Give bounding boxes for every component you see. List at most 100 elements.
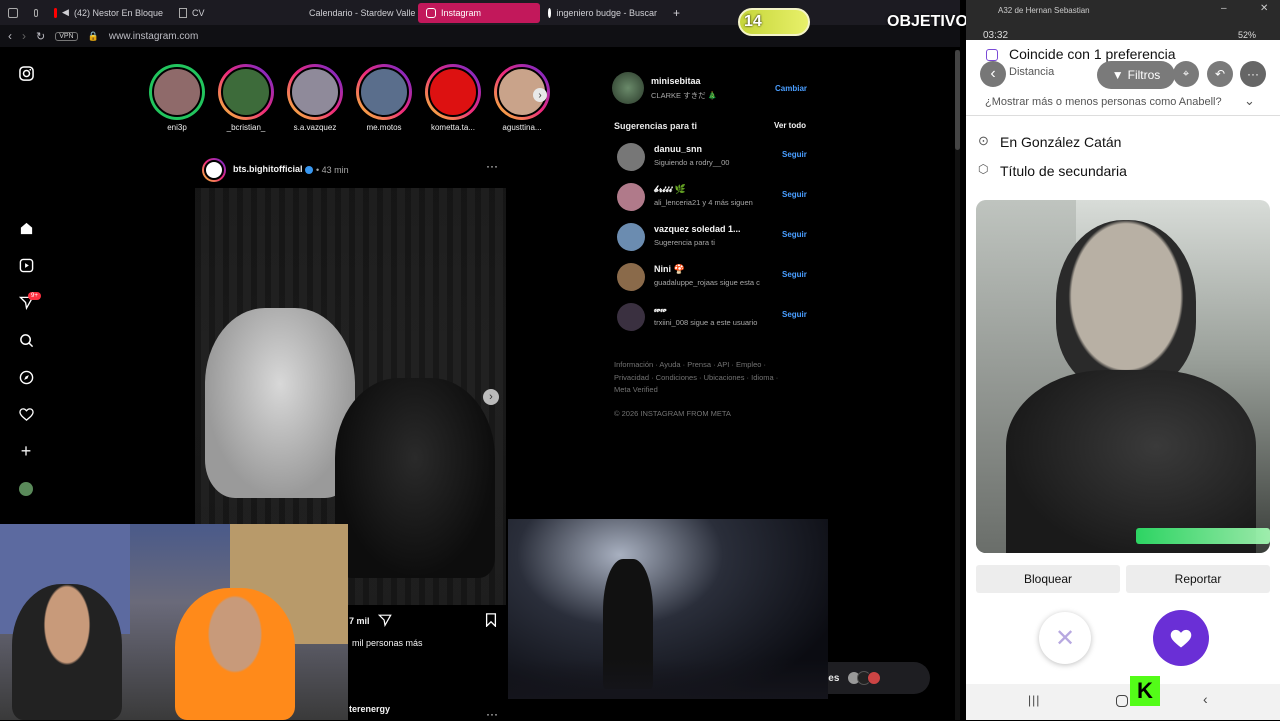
more-less-prompt[interactable]: ¿Mostrar más o menos personas como Anabe… [966, 90, 1280, 116]
url-text[interactable]: www.instagram.com [109, 31, 198, 42]
follow-button[interactable]: Seguir [782, 310, 807, 319]
account-subtitle: CLARKE すきだ 🎄 [651, 91, 718, 100]
story-item[interactable]: _bcristian_ [216, 64, 276, 132]
recents-icon[interactable]: ||| [1028, 693, 1040, 707]
post-author-name[interactable]: bts.bighitofficial [233, 164, 303, 174]
suggestion-name[interactable]: 𝓌𝓌 [654, 304, 666, 315]
window-icon [34, 8, 38, 17]
location-pin-button[interactable]: ⌖ [1173, 61, 1199, 87]
back-nav-icon[interactable]: ‹ [1203, 691, 1208, 707]
story-username: _bcristian_ [226, 123, 266, 132]
post-author[interactable]: bts.bighitofficial [233, 164, 314, 174]
post-next-button[interactable]: › [483, 389, 499, 405]
android-nav-bar: ||| ‹ [966, 684, 1280, 720]
story-item[interactable]: me.motos [354, 64, 414, 132]
suggestion-avatar[interactable] [617, 303, 645, 331]
suggestion-name[interactable]: vazquez soledad 1... [654, 224, 741, 234]
follow-button[interactable]: Seguir [782, 150, 807, 159]
suggestion-name[interactable]: 𝓫𝓻𝓲𝓲𝓲 🌿 [654, 184, 686, 195]
story-avatar [221, 67, 271, 117]
location-row: ⊙ En González Catán [966, 131, 1280, 153]
close-icon[interactable]: ✕ [1260, 3, 1268, 14]
story-item[interactable]: s.a.vazquez [285, 64, 345, 132]
profile-photo[interactable] [976, 200, 1270, 553]
prompt-text: ¿Mostrar más o menos personas como Anabe… [985, 96, 1222, 108]
filters-button[interactable]: ▼ Filtros [1097, 61, 1175, 89]
kick-logo-icon: K [1130, 676, 1160, 706]
follow-button[interactable]: Seguir [782, 230, 807, 239]
instagram-logo-icon[interactable] [18, 65, 34, 81]
status-title: A32 de Hernan Sebastian [998, 6, 1090, 15]
sidebar-toggle[interactable] [0, 3, 26, 23]
report-button[interactable]: Reportar [1126, 565, 1270, 593]
heart-icon[interactable] [18, 406, 34, 422]
tab-google[interactable]: ingeniero budge - Buscar [540, 3, 665, 23]
forward-icon[interactable]: › [22, 29, 26, 43]
suggestion-avatar[interactable] [617, 183, 645, 211]
save-icon[interactable] [485, 613, 497, 632]
google-icon [548, 7, 552, 18]
tab-stardew[interactable]: Calendario - Stardew Valle [296, 3, 418, 23]
more-options-button[interactable]: ··· [1240, 61, 1266, 87]
story-item[interactable]: kometta.ta... [423, 64, 483, 132]
create-icon[interactable]: + [18, 441, 34, 461]
x-icon: ✕ [1054, 624, 1076, 652]
story-item[interactable]: eni3p [147, 64, 207, 132]
profile-avatar[interactable] [18, 481, 34, 497]
suggestion-row: 𝓫𝓻𝓲𝓲𝓲 🌿 ali_lenceria21 y 4 más siguen Se… [617, 181, 817, 215]
share-icon[interactable] [377, 613, 392, 632]
match-text: Coincide con 1 preferencia [1009, 46, 1176, 62]
story-username: s.a.vazquez [293, 123, 337, 132]
account-avatar[interactable] [612, 72, 644, 104]
suggestion-name[interactable]: Nini 🍄 [654, 264, 685, 275]
suggestion-name[interactable]: danuu_snn [654, 144, 702, 154]
next-post-more-icon[interactable]: ··· [486, 707, 498, 721]
new-tab-button[interactable]: + [665, 3, 685, 23]
page-scrollbar[interactable] [955, 50, 960, 720]
location-pin-icon: ⊙ [978, 133, 989, 148]
suggestion-avatar[interactable] [617, 143, 645, 171]
home-icon[interactable] [18, 220, 34, 236]
tab-instagram[interactable]: Instagram [418, 2, 540, 23]
home-nav-icon[interactable] [1116, 695, 1128, 707]
back-button[interactable]: ‹ [980, 61, 1006, 87]
stories-next-button[interactable]: › [533, 88, 547, 102]
messages-avatars [847, 671, 882, 685]
see-all-link[interactable]: Ver todo [774, 121, 806, 130]
suggestion-subtitle: guadaluppe_rojaas sigue esta c [654, 278, 760, 287]
reload-icon[interactable]: ↻ [36, 30, 45, 43]
suggestion-row: danuu_snn Siguiendo a rodry__00 Seguir [617, 141, 817, 175]
tab-youtube[interactable]: ◀ (42) Nestor En Bloque [46, 3, 171, 23]
footer-links-2[interactable]: Privacidad · Condiciones · Ubicaciones ·… [614, 373, 778, 382]
suggestion-avatar[interactable] [617, 263, 645, 291]
post-more-icon[interactable]: ··· [486, 159, 498, 173]
explore-icon[interactable] [18, 369, 34, 385]
reels-icon[interactable] [18, 257, 34, 273]
suggestion-avatar[interactable] [617, 223, 645, 251]
switch-account-link[interactable]: Cambiar [775, 84, 807, 93]
search-icon[interactable] [18, 332, 34, 348]
undo-button[interactable]: ↶ [1207, 61, 1233, 87]
tab-sidebar-extra[interactable] [26, 3, 46, 23]
video-overlay-concert [508, 519, 828, 699]
dislike-button[interactable]: ✕ [1039, 612, 1091, 664]
next-post-author[interactable]: terenergy [349, 704, 390, 714]
vpn-badge[interactable]: VPN [55, 31, 78, 41]
suggestion-subtitle: Sugerencia para ti [654, 238, 715, 247]
back-icon[interactable]: ‹ [8, 29, 12, 43]
tab-label: Calendario - Stardew Valle [309, 7, 416, 18]
post-time: • 43 min [316, 165, 349, 175]
footer-links-3[interactable]: Meta Verified [614, 385, 658, 394]
story-username: kometta.ta... [430, 123, 476, 132]
like-button[interactable] [1153, 610, 1209, 666]
post-author-avatar[interactable] [202, 158, 226, 182]
minimize-icon[interactable]: – [1221, 3, 1227, 14]
account-username[interactable]: minisebitaa [651, 76, 701, 86]
filter-icon: ▼ [1111, 68, 1124, 82]
follow-button[interactable]: Seguir [782, 190, 807, 199]
block-button[interactable]: Bloquear [976, 565, 1120, 593]
follow-button[interactable]: Seguir [782, 270, 807, 279]
footer-links[interactable]: Información · Ayuda · Prensa · API · Emp… [614, 360, 766, 369]
tab-cv[interactable]: CV [171, 3, 296, 23]
graduation-cap-icon: ⬡ [978, 162, 989, 176]
